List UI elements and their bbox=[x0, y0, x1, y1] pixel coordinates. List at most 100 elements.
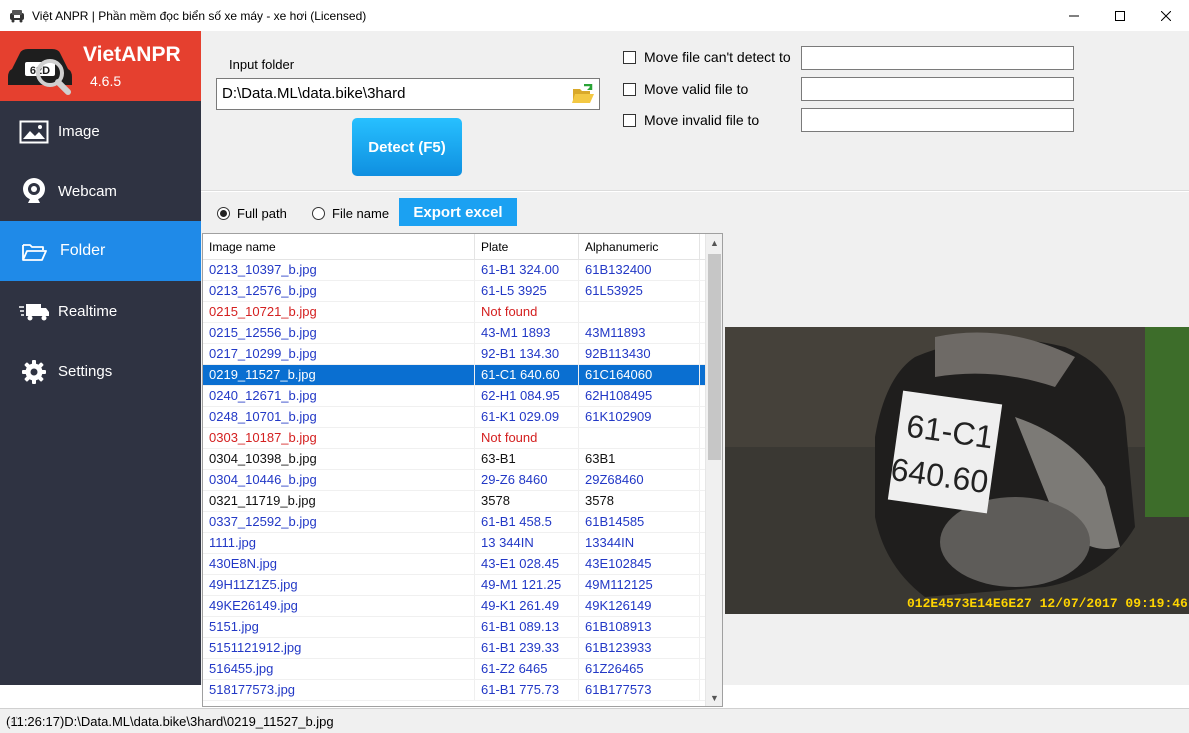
full-path-radio[interactable] bbox=[217, 207, 230, 220]
plate-cell: 49-K1 261.49 bbox=[475, 596, 579, 616]
minimize-button[interactable] bbox=[1051, 0, 1097, 31]
table-row[interactable]: 0240_12671_b.jpg 62-H1 084.95 62H108495 bbox=[203, 386, 706, 407]
plate-cell: Not found bbox=[475, 302, 579, 322]
image-name-cell: 0304_10446_b.jpg bbox=[203, 470, 475, 490]
plate-cell: 29-Z6 8460 bbox=[475, 470, 579, 490]
export-excel-button[interactable]: Export excel bbox=[399, 198, 517, 226]
move-invalid-option[interactable]: Move invalid file to bbox=[623, 108, 759, 132]
plate-cell: 61-B1 089.13 bbox=[475, 617, 579, 637]
table-row[interactable]: 0337_12592_b.jpg 61-B1 458.5 61B14585 bbox=[203, 512, 706, 533]
table-row[interactable]: 0213_10397_b.jpg 61-B1 324.00 61B132400 bbox=[203, 260, 706, 281]
sidebar-item-label: Realtime bbox=[58, 302, 118, 320]
plate-cell: 92-B1 134.30 bbox=[475, 344, 579, 364]
brand-header: 62D VietANPR 4.6.5 bbox=[0, 31, 201, 101]
table-header: Image name Plate Alphanumeric bbox=[203, 234, 706, 260]
image-name-cell: 0215_10721_b.jpg bbox=[203, 302, 475, 322]
table-row[interactable]: 1111.jpg 13 344IN 13344IN bbox=[203, 533, 706, 554]
detect-button[interactable]: Detect (F5) bbox=[352, 118, 462, 176]
move-invalid-label: Move invalid file to bbox=[644, 112, 760, 128]
file-name-radio[interactable] bbox=[312, 207, 325, 220]
column-header-alphanumeric[interactable]: Alphanumeric bbox=[579, 234, 700, 260]
move-valid-checkbox[interactable] bbox=[623, 82, 636, 96]
input-panel: Input folder Detect (F5) Move file can't… bbox=[201, 31, 1189, 191]
plate-cell: 43-M1 1893 bbox=[475, 323, 579, 343]
image-name-cell: 516455.jpg bbox=[203, 659, 475, 679]
table-row[interactable]: 518177573.jpg 61-B1 775.73 61B177573 bbox=[203, 680, 706, 701]
move-undetected-option[interactable]: Move file can't detect to bbox=[623, 45, 791, 69]
close-button[interactable] bbox=[1143, 0, 1189, 31]
image-name-cell: 0303_10187_b.jpg bbox=[203, 428, 475, 448]
alphanumeric-cell: 43E102845 bbox=[579, 554, 700, 574]
table-row[interactable]: 49KE26149.jpg 49-K1 261.49 49K126149 bbox=[203, 596, 706, 617]
file-name-option[interactable]: File name bbox=[312, 206, 389, 221]
move-undetected-checkbox[interactable] bbox=[623, 50, 636, 64]
move-undetected-input[interactable] bbox=[801, 46, 1074, 70]
sidebar-item-realtime[interactable]: Realtime bbox=[0, 281, 201, 341]
table-row[interactable]: 0213_12576_b.jpg 61-L5 3925 61L53925 bbox=[203, 281, 706, 302]
input-folder-path[interactable] bbox=[222, 85, 562, 102]
table-row[interactable]: 0304_10398_b.jpg 63-B1 63B1 bbox=[203, 449, 706, 470]
table-row[interactable]: 0215_12556_b.jpg 43-M1 1893 43M11893 bbox=[203, 323, 706, 344]
image-icon bbox=[19, 120, 49, 144]
sidebar-item-label: Webcam bbox=[58, 182, 117, 200]
file-name-label: File name bbox=[332, 206, 390, 221]
input-folder-field[interactable] bbox=[216, 78, 600, 110]
maximize-icon bbox=[1115, 10, 1125, 21]
maximize-button[interactable] bbox=[1097, 0, 1143, 31]
move-valid-input[interactable] bbox=[801, 77, 1074, 101]
table-row[interactable]: 0215_10721_b.jpg Not found bbox=[203, 302, 706, 323]
sidebar-item-webcam[interactable]: Webcam bbox=[0, 161, 201, 221]
table-row[interactable]: 5151121912.jpg 61-B1 239.33 61B123933 bbox=[203, 638, 706, 659]
minimize-icon bbox=[1069, 15, 1079, 16]
full-path-option[interactable]: Full path bbox=[217, 206, 287, 221]
table-row[interactable]: 0304_10446_b.jpg 29-Z6 8460 29Z68460 bbox=[203, 470, 706, 491]
table-row[interactable]: 430E8N.jpg 43-E1 028.45 43E102845 bbox=[203, 554, 706, 575]
alphanumeric-cell: 3578 bbox=[579, 491, 700, 511]
move-invalid-checkbox[interactable] bbox=[623, 113, 636, 127]
scroll-up-icon[interactable]: ▲ bbox=[706, 234, 722, 251]
move-invalid-input[interactable] bbox=[801, 108, 1074, 132]
table-row[interactable]: 0321_11719_b.jpg 3578 3578 bbox=[203, 491, 706, 512]
table-row[interactable]: 516455.jpg 61-Z2 6465 61Z26465 bbox=[203, 659, 706, 680]
image-name-cell: 49KE26149.jpg bbox=[203, 596, 475, 616]
image-preview: 61-C1 640.60 012E4573E14E6E27 12/07/2017… bbox=[725, 327, 1189, 614]
alphanumeric-cell: 61B123933 bbox=[579, 638, 700, 658]
results-table[interactable]: Image name Plate Alphanumeric 0213_10397… bbox=[202, 233, 723, 707]
plate-cell: 49-M1 121.25 bbox=[475, 575, 579, 595]
table-row[interactable]: 49H11Z1Z5.jpg 49-M1 121.25 49M112125 bbox=[203, 575, 706, 596]
sidebar-item-folder[interactable]: Folder bbox=[0, 221, 201, 281]
input-folder-label: Input folder bbox=[229, 57, 295, 72]
table-row[interactable]: 0248_10701_b.jpg 61-K1 029.09 61K102909 bbox=[203, 407, 706, 428]
column-header-image-name[interactable]: Image name bbox=[203, 234, 475, 260]
image-name-cell: 430E8N.jpg bbox=[203, 554, 475, 574]
table-scrollbar[interactable]: ▲ ▼ bbox=[705, 234, 722, 706]
resize-grip-icon[interactable]: ⋰ bbox=[6, 714, 1187, 731]
folder-icon bbox=[22, 244, 47, 261]
table-row[interactable]: 0219_11527_b.jpg 61-C1 640.60 61C164060 bbox=[203, 365, 706, 386]
sidebar-item-label: Folder bbox=[60, 242, 106, 259]
scrollbar-thumb[interactable] bbox=[708, 254, 721, 460]
move-valid-option[interactable]: Move valid file to bbox=[623, 77, 748, 101]
alphanumeric-cell bbox=[579, 428, 700, 448]
scroll-down-icon[interactable]: ▼ bbox=[706, 689, 722, 706]
car-logo-icon: 62D bbox=[8, 49, 72, 95]
image-name-cell: 49H11Z1Z5.jpg bbox=[203, 575, 475, 595]
column-header-plate[interactable]: Plate bbox=[475, 234, 579, 260]
table-row[interactable]: 5151.jpg 61-B1 089.13 61B108913 bbox=[203, 617, 706, 638]
alphanumeric-cell: 43M11893 bbox=[579, 323, 700, 343]
sidebar-item-label: Image bbox=[58, 122, 100, 140]
image-name-cell: 0217_10299_b.jpg bbox=[203, 344, 475, 364]
alphanumeric-cell: 13344IN bbox=[579, 533, 700, 553]
gear-icon bbox=[22, 360, 46, 384]
move-undetected-label: Move file can't detect to bbox=[644, 49, 791, 65]
alphanumeric-cell: 92B113430 bbox=[579, 344, 700, 364]
sidebar-item-settings[interactable]: Settings bbox=[0, 341, 201, 401]
table-row[interactable]: 0217_10299_b.jpg 92-B1 134.30 92B113430 bbox=[203, 344, 706, 365]
plate-cell: 61-L5 3925 bbox=[475, 281, 579, 301]
table-row[interactable]: 0303_10187_b.jpg Not found bbox=[203, 428, 706, 449]
brand-version: 4.6.5 bbox=[90, 73, 122, 89]
open-folder-icon[interactable] bbox=[571, 84, 595, 106]
sidebar-item-image[interactable]: Image bbox=[0, 101, 201, 161]
alphanumeric-cell: 29Z68460 bbox=[579, 470, 700, 490]
image-name-cell: 5151.jpg bbox=[203, 617, 475, 637]
